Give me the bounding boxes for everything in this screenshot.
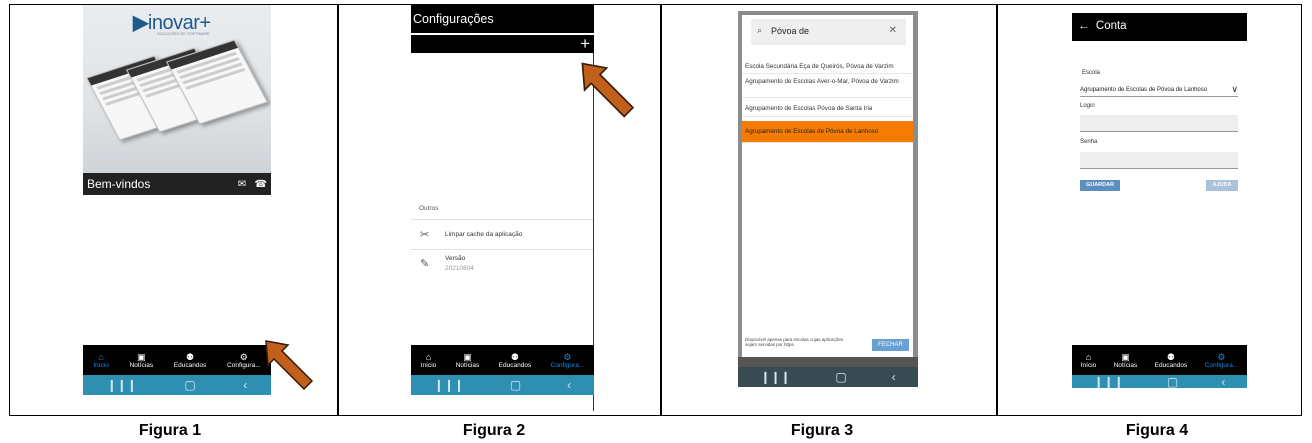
people-icon: ⚉ bbox=[510, 351, 519, 362]
nav-educandos[interactable]: ⚉ Educandos bbox=[174, 352, 207, 369]
nav-configuracoes[interactable]: ⚙ Configura... bbox=[551, 352, 585, 369]
figure-caption: Figura 2 bbox=[462, 422, 526, 439]
login-label: Login bbox=[1080, 103, 1095, 109]
password-label: Senha bbox=[1080, 139, 1098, 145]
nav-educandos[interactable]: ⚉ Educandos bbox=[1155, 352, 1188, 369]
add-account-button[interactable]: + bbox=[411, 35, 594, 53]
nav-inicio[interactable]: ⌂ Início bbox=[1081, 352, 1097, 369]
people-icon: ⚉ bbox=[1166, 351, 1175, 362]
school-search-input[interactable]: ⌕ Póvoa de ✕ bbox=[751, 19, 906, 45]
save-button[interactable]: GUARDAR bbox=[1080, 180, 1120, 191]
page-title: ← Conta bbox=[1072, 13, 1247, 41]
broom-icon: ✂ bbox=[420, 229, 430, 241]
people-icon: ⚉ bbox=[186, 351, 195, 362]
bottom-nav: ⌂ Início ▣ Notícias ⚉ Educandos ⚙ Configura.… bbox=[411, 345, 594, 375]
nav-noticias[interactable]: ▣ Notícias bbox=[130, 352, 153, 369]
version-item: ✎ Versão 20210804 bbox=[411, 249, 593, 279]
home-button-icon[interactable]: ▢ bbox=[510, 378, 521, 392]
search-result[interactable]: Agrupamento de Escolas Aver-o-Mar, Póvoa… bbox=[742, 76, 913, 98]
school-select[interactable]: Agrupamento de Escolas de Póvoa de Lanho… bbox=[1080, 84, 1238, 97]
school-label: Escola bbox=[1082, 70, 1101, 76]
gear-icon: ⚙ bbox=[239, 351, 248, 362]
phone-screen-fig1: ▶inovar+ SOLUÇÕES DE SOFTWARE Bem-vindos… bbox=[83, 5, 271, 411]
clear-search-icon[interactable]: ✕ bbox=[889, 25, 897, 36]
recents-icon[interactable]: ❙❙❙ bbox=[434, 378, 464, 392]
pointer-arrow-icon bbox=[265, 340, 314, 391]
figure-frame: ▶inovar+ SOLUÇÕES DE SOFTWARE Bem-vindos… bbox=[9, 4, 1302, 416]
welcome-text: Bem-vindos bbox=[87, 177, 151, 191]
recents-icon[interactable]: ❙❙❙ bbox=[107, 378, 137, 392]
close-button[interactable]: FECHAR bbox=[872, 339, 909, 351]
school-search-dialog: ⌕ Póvoa de ✕ Escola Secundária Eça de Qu… bbox=[742, 15, 913, 359]
system-nav-bar: ❙❙❙ ▢ ‹ bbox=[1072, 375, 1247, 388]
search-result[interactable]: Agrupamento de Escolas Póvoa de Santa Ir… bbox=[742, 101, 913, 117]
phone-screen-fig3: ⌕ Póvoa de ✕ Escola Secundária Eça de Qu… bbox=[738, 11, 918, 387]
back-arrow-icon[interactable]: ← bbox=[1078, 20, 1090, 32]
news-icon: ▣ bbox=[1121, 351, 1130, 362]
wrench-icon: ✎ bbox=[420, 258, 430, 270]
recents-icon[interactable]: ❙❙❙ bbox=[760, 370, 790, 384]
help-button[interactable]: AJUDA bbox=[1206, 180, 1238, 191]
back-icon[interactable]: ‹ bbox=[892, 370, 896, 384]
section-header: Outros bbox=[419, 205, 439, 212]
footer-note: Disponível apenas para escolas cujas apl… bbox=[745, 337, 844, 347]
home-button-icon[interactable]: ▢ bbox=[1167, 375, 1178, 389]
splash-hero: ▶inovar+ SOLUÇÕES DE SOFTWARE bbox=[83, 5, 271, 173]
phone-icon[interactable]: ☎ bbox=[255, 179, 267, 190]
nav-inicio[interactable]: ⌂ Início bbox=[93, 352, 109, 369]
search-result-selected[interactable]: Agrupamento de Escolas de Póvoa de Lanho… bbox=[742, 121, 913, 143]
home-button-icon[interactable]: ▢ bbox=[835, 370, 846, 384]
phone-screen-fig2: Configurações + Outros ✂ Limpar cache da… bbox=[411, 5, 594, 411]
system-nav-bar: ❙❙❙ ▢ ‹ bbox=[738, 367, 918, 387]
search-result[interactable]: Escola Secundária Eça de Queirós, Póvoa … bbox=[742, 60, 913, 74]
divider bbox=[337, 5, 339, 415]
nav-noticias[interactable]: ▣ Notícias bbox=[456, 352, 479, 369]
recents-icon[interactable]: ❙❙❙ bbox=[1094, 375, 1124, 389]
nav-noticias[interactable]: ▣ Notícias bbox=[1114, 352, 1137, 369]
home-icon: ⌂ bbox=[1085, 351, 1092, 362]
back-icon[interactable]: ‹ bbox=[567, 378, 571, 392]
welcome-bar: Bem-vindos ✉ ☎ bbox=[83, 173, 271, 195]
back-icon[interactable]: ‹ bbox=[1221, 375, 1225, 389]
password-field[interactable] bbox=[1080, 152, 1238, 169]
bottom-nav: ⌂ Início ▣ Notícias ⚉ Educandos ⚙ Configura.… bbox=[83, 345, 271, 375]
divider bbox=[660, 5, 662, 415]
nav-configuracoes[interactable]: ⚙ Configura... bbox=[227, 352, 261, 369]
system-nav-bar: ❙❙❙ ▢ ‹ bbox=[411, 375, 594, 395]
divider bbox=[996, 5, 998, 415]
home-icon: ⌂ bbox=[425, 351, 432, 362]
logo-tagline: SOLUÇÕES DE SOFTWARE bbox=[157, 31, 210, 36]
nav-configuracoes[interactable]: ⚙ Configura... bbox=[1205, 352, 1239, 369]
search-icon: ⌕ bbox=[757, 25, 763, 35]
gear-icon: ⚙ bbox=[563, 351, 572, 362]
chevron-down-icon: ∨ bbox=[1231, 84, 1238, 94]
news-icon: ▣ bbox=[463, 351, 472, 362]
back-icon[interactable]: ‹ bbox=[243, 378, 247, 392]
bottom-nav-dimmed bbox=[738, 357, 918, 367]
news-icon: ▣ bbox=[137, 351, 146, 362]
home-icon: ⌂ bbox=[98, 351, 104, 362]
nav-inicio[interactable]: ⌂ Início bbox=[421, 352, 437, 369]
bottom-nav: ⌂ Início ▣ Notícias ⚉ Educandos ⚙ Configura.… bbox=[1072, 345, 1247, 375]
clear-cache-item[interactable]: ✂ Limpar cache da aplicação bbox=[411, 219, 593, 249]
figure-caption: Figura 3 bbox=[790, 422, 854, 439]
login-field[interactable] bbox=[1080, 115, 1238, 132]
home-button-icon[interactable]: ▢ bbox=[184, 378, 195, 392]
nav-educandos[interactable]: ⚉ Educandos bbox=[499, 352, 532, 369]
figure-caption: Figura 4 bbox=[1125, 422, 1189, 439]
mail-icon[interactable]: ✉ bbox=[238, 179, 246, 190]
page-title: Configurações bbox=[411, 5, 594, 33]
figure-caption: Figura 1 bbox=[138, 422, 202, 439]
phone-screen-fig4: ← Conta Escola Agrupamento de Escolas de… bbox=[1072, 13, 1247, 388]
pointer-arrow-icon bbox=[581, 62, 635, 118]
system-nav-bar: ❙❙❙ ▢ ‹ bbox=[83, 375, 271, 395]
gear-icon: ⚙ bbox=[1217, 351, 1226, 362]
